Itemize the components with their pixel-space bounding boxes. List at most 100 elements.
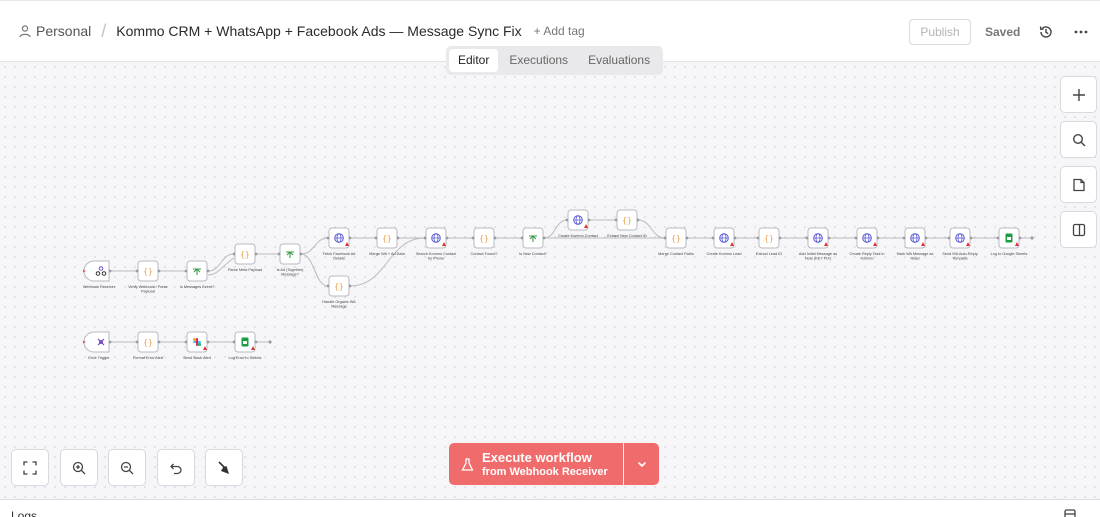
input-handle[interactable] <box>756 236 760 240</box>
connection-line[interactable] <box>300 253 329 287</box>
workflow-node[interactable]: Search Kommo Contact by Phone <box>416 227 457 261</box>
output-handle[interactable] <box>827 236 831 240</box>
input-handle[interactable] <box>184 269 188 273</box>
execute-workflow-button[interactable]: Execute workflow from Webhook Receiver <box>449 443 623 485</box>
workflow-node[interactable]: {} Handle Organic WA Message <box>322 275 356 309</box>
input-handle[interactable] <box>996 236 1000 240</box>
output-handle[interactable] <box>108 340 112 344</box>
input-handle[interactable] <box>277 252 281 256</box>
workflow-node[interactable]: Create Kommo Lead <box>706 227 742 256</box>
output-handle[interactable] <box>108 269 112 273</box>
input-handle[interactable] <box>711 236 715 240</box>
tab-executions[interactable]: Executions <box>500 49 577 72</box>
workflow-node[interactable]: {} Contact Found? <box>470 227 498 256</box>
workflow-node[interactable]: {} Merge Contact Paths <box>658 227 694 256</box>
input-handle[interactable] <box>520 236 524 240</box>
output-handle[interactable] <box>206 269 210 273</box>
toggle-panel-button[interactable] <box>1060 211 1097 248</box>
output-handle[interactable] <box>254 340 258 344</box>
input-handle[interactable] <box>947 236 951 240</box>
history-icon[interactable] <box>1038 24 1054 40</box>
logs-panel-icon[interactable] <box>1064 509 1076 517</box>
input-handle[interactable] <box>565 218 569 222</box>
workflow-node[interactable]: Create Reply Task in Kommo <box>850 227 885 261</box>
output-handle[interactable] <box>206 340 210 344</box>
connection-line[interactable] <box>207 257 235 276</box>
execute-options-dropdown[interactable] <box>624 443 659 485</box>
workflow-canvas[interactable]: Webhook Receiver {} Verify Webhook / Parse… <box>0 62 1100 499</box>
workflow-node[interactable]: {} Parse Meta Payload <box>228 243 262 272</box>
sticky-note-button[interactable] <box>1060 166 1097 203</box>
output-handle[interactable] <box>542 236 546 240</box>
tab-editor[interactable]: Editor <box>449 49 499 72</box>
input-handle[interactable] <box>854 236 858 240</box>
output-handle[interactable] <box>348 284 352 288</box>
node-box[interactable] <box>83 260 110 282</box>
output-handle[interactable] <box>268 340 272 344</box>
output-handle[interactable] <box>587 218 591 222</box>
add-node-button[interactable] <box>1060 76 1097 113</box>
input-handle[interactable] <box>326 284 330 288</box>
workflow-node[interactable]: Add Initial Message as Note (KEY FIX) <box>799 227 837 261</box>
input-handle[interactable] <box>614 218 618 222</box>
output-handle[interactable] <box>778 236 782 240</box>
publish-button[interactable]: Publish <box>909 19 971 45</box>
output-handle[interactable] <box>876 236 880 240</box>
input-handle[interactable] <box>135 269 139 273</box>
input-handle[interactable] <box>135 340 139 344</box>
workflow-node[interactable]: Log to Google Sheets <box>991 227 1028 256</box>
tidy-up-button[interactable] <box>205 449 243 486</box>
workflow-node[interactable]: {} Extract New Contact ID <box>607 209 647 238</box>
input-handle[interactable] <box>902 236 906 240</box>
output-handle[interactable] <box>157 340 161 344</box>
workflow-node[interactable]: Webhook Receiver <box>83 260 116 289</box>
workflow-node[interactable]: Is New Contact? <box>519 227 547 256</box>
output-handle[interactable] <box>445 236 449 240</box>
output-handle[interactable] <box>396 236 400 240</box>
output-handle[interactable] <box>299 252 303 256</box>
workflow-node[interactable]: Create Kommo Contact <box>558 209 599 238</box>
workflow-node[interactable]: Error Trigger <box>83 331 112 360</box>
input-handle[interactable] <box>471 236 475 240</box>
workflow-node[interactable]: {} Merge WA + Ad Data <box>369 227 406 256</box>
workflow-graph[interactable]: Webhook Receiver {} Verify Webhook / Parse… <box>0 62 1100 499</box>
input-handle[interactable] <box>326 236 330 240</box>
breadcrumb-owner[interactable]: Personal <box>36 23 91 39</box>
workflow-title[interactable]: Kommo CRM + WhatsApp + Facebook Ads — Me… <box>116 23 521 39</box>
input-handle[interactable] <box>184 340 188 344</box>
workflow-node[interactable]: Send WA Auto-Reply Template <box>942 227 978 261</box>
output-handle[interactable] <box>685 236 689 240</box>
output-handle[interactable] <box>493 236 497 240</box>
fit-view-button[interactable] <box>11 449 49 486</box>
workflow-node[interactable]: Send Slack Alert <box>183 331 212 360</box>
workflow-node[interactable]: Fetch Facebook Ad Details <box>323 227 356 261</box>
add-tag-link[interactable]: + Add tag <box>534 24 585 38</box>
output-handle[interactable] <box>969 236 973 240</box>
input-handle[interactable] <box>423 236 427 240</box>
workflow-node[interactable]: Mark WA Message as Read <box>897 227 934 261</box>
input-handle[interactable] <box>805 236 809 240</box>
output-handle[interactable] <box>254 252 258 256</box>
workflow-node[interactable]: {} Verify Webhook / Parse Payload <box>128 260 168 294</box>
more-options-icon[interactable] <box>1072 23 1090 41</box>
zoom-in-button[interactable] <box>60 449 98 486</box>
logs-panel-bar[interactable]: Logs <box>0 499 1100 517</box>
output-handle[interactable] <box>636 218 640 222</box>
input-handle[interactable] <box>232 252 236 256</box>
output-handle[interactable] <box>348 236 352 240</box>
output-handle[interactable] <box>733 236 737 240</box>
output-handle[interactable] <box>1018 236 1022 240</box>
node-box[interactable] <box>83 331 110 353</box>
input-handle[interactable] <box>663 236 667 240</box>
tab-evaluations[interactable]: Evaluations <box>579 49 659 72</box>
input-handle[interactable] <box>374 236 378 240</box>
zoom-out-button[interactable] <box>108 449 146 486</box>
output-handle[interactable] <box>1030 236 1034 240</box>
workflow-node[interactable]: {} Format Error Alert <box>133 331 164 360</box>
workflow-node[interactable]: {} Extract Lead ID <box>756 227 782 256</box>
input-handle[interactable] <box>232 340 236 344</box>
workflow-node[interactable]: Is Ad (Together) Message? <box>277 243 305 277</box>
output-handle[interactable] <box>157 269 161 273</box>
output-handle[interactable] <box>924 236 928 240</box>
search-nodes-button[interactable] <box>1060 121 1097 158</box>
